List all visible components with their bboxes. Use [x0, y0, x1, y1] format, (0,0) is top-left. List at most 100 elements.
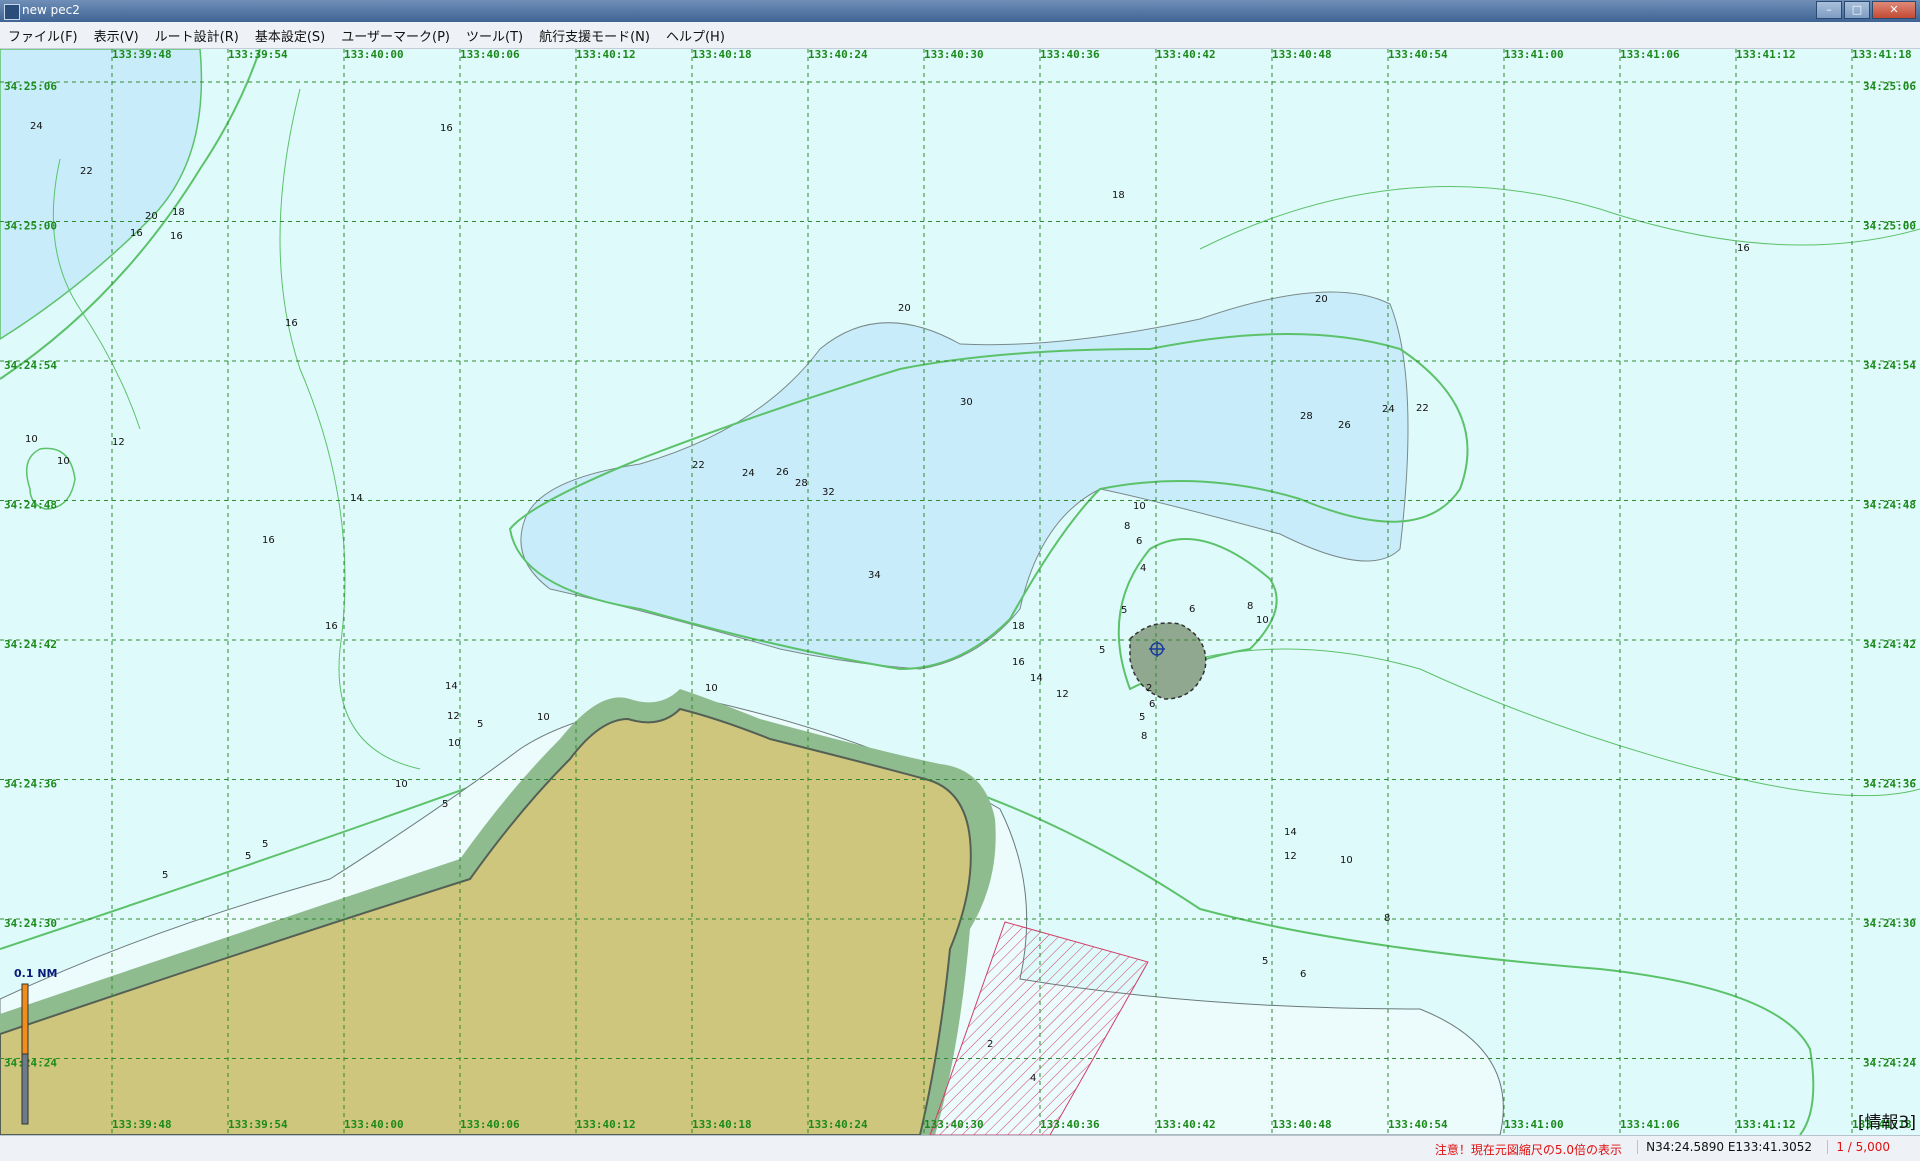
land-area [0, 707, 972, 1135]
shoal [1129, 622, 1207, 700]
depth-sounding: 6 [1300, 969, 1306, 980]
menu-route-design[interactable]: ルート設計(R) [147, 26, 247, 45]
lon-label: 133:40:00 [344, 1118, 404, 1131]
lon-label: 133:40:54 [1388, 49, 1448, 61]
depth-sounding: 2 [1146, 683, 1152, 694]
app-icon [4, 4, 20, 20]
lat-label: 34:24:36 [1863, 778, 1916, 791]
lat-label: 34:24:54 [1863, 359, 1916, 372]
lon-label: 133:39:48 [112, 1118, 172, 1131]
menu-file[interactable]: ファイル(F) [0, 26, 86, 45]
depth-sounding: 24 [30, 121, 43, 132]
contour-line [1159, 648, 1920, 797]
lon-label: 133:40:06 [460, 49, 520, 61]
depth-sounding: 6 [1149, 699, 1155, 710]
depth-sounding: 12 [447, 711, 460, 722]
lon-label: 133:40:12 [576, 49, 636, 61]
depth-sounding: 28 [795, 478, 808, 489]
depth-sounding: 10 [1133, 501, 1146, 512]
depth-sounding: 24 [1382, 404, 1395, 415]
lat-label: 34:24:24 [1863, 1057, 1916, 1070]
depth-sounding: 16 [170, 231, 183, 242]
title-bar: new pec2 – □ ✕ [0, 0, 1920, 22]
status-warning: 注意！現在元図縮尺の5.0倍の表示 [1434, 1143, 1622, 1157]
maximize-button[interactable]: □ [1844, 1, 1870, 19]
depth-sounding: 5 [1099, 645, 1105, 656]
depth-sounding: 4 [1030, 1073, 1036, 1084]
lon-label: 133:41:12 [1736, 49, 1796, 61]
depth-sounding: 10 [1340, 855, 1353, 866]
chart-map[interactable]: 133:39:48 133:39:48 133:39:54 133:39:54 133:… [0, 49, 1920, 1135]
depth-sounding: 6 [1136, 536, 1142, 547]
lon-label: 133:40:36 [1040, 1118, 1100, 1131]
lon-label: 133:40:42 [1156, 49, 1216, 61]
lon-label: 133:40:12 [576, 1118, 636, 1131]
lon-label: 133:40:00 [344, 49, 404, 61]
chart-canvas[interactable]: 133:39:48 133:39:48 133:39:54 133:39:54 133:… [0, 49, 1920, 1135]
depth-sounding: 8 [1124, 521, 1130, 532]
lat-label: 34:24:42 [4, 638, 57, 651]
info-button[interactable]: [情報3] [1858, 1108, 1916, 1133]
depth-sounding: 16 [440, 123, 453, 134]
depth-sounding: 6 [1189, 604, 1195, 615]
lon-label: 133:40:30 [924, 1118, 984, 1131]
close-button[interactable]: ✕ [1872, 1, 1916, 19]
depth-sounding: 16 [1012, 657, 1025, 668]
depth-sounding: 26 [776, 467, 789, 478]
menu-navigation-mode[interactable]: 航行支援モード(N) [531, 26, 658, 45]
depth-sounding: 5 [442, 799, 448, 810]
depth-sounding: 12 [112, 437, 125, 448]
depth-sounding: 10 [57, 456, 70, 467]
depth-sounding: 34 [868, 570, 881, 581]
depth-sounding: 16 [130, 228, 143, 239]
lon-label: 133:41:12 [1736, 1118, 1796, 1131]
depth-sounding: 10 [25, 434, 38, 445]
lon-label: 133:39:54 [228, 49, 288, 61]
window-title: new pec2 [22, 3, 80, 17]
minimize-button[interactable]: – [1816, 1, 1842, 19]
lon-label: 133:41:18 [1852, 49, 1912, 61]
depth-sounding: 5 [1139, 712, 1145, 723]
depth-sounding: 10 [448, 738, 461, 749]
lat-label: 34:24:30 [1863, 917, 1916, 930]
lat-label: 34:24:24 [4, 1057, 57, 1070]
lon-label: 133:41:06 [1620, 49, 1680, 61]
depth-sounding: 22 [80, 166, 93, 177]
depth-sounding: 12 [1056, 689, 1069, 700]
status-scale: 1 / 5,000 [1827, 1140, 1890, 1154]
depth-sounding: 18 [1112, 190, 1125, 201]
menu-view[interactable]: 表示(V) [86, 26, 147, 45]
depth-sounding: 20 [898, 303, 911, 314]
status-coordinates: N34:24.5890 E133:41.3052 [1637, 1140, 1812, 1154]
depth-sounding: 8 [1247, 601, 1253, 612]
lat-label: 34:24:48 [4, 499, 57, 512]
depth-sounding: 26 [1338, 420, 1351, 431]
depth-sounding: 30 [960, 397, 973, 408]
lon-label: 133:40:18 [692, 1118, 752, 1131]
lon-label: 133:40:18 [692, 49, 752, 61]
depth-sounding: 16 [285, 318, 298, 329]
lon-label: 133:39:54 [228, 1118, 288, 1131]
depth-sounding: 22 [692, 460, 705, 471]
lon-label: 133:40:36 [1040, 49, 1100, 61]
scalebar-label: 0.1 NM [14, 967, 58, 980]
lon-label: 133:40:30 [924, 49, 984, 61]
lat-label: 34:25:06 [1863, 80, 1916, 93]
depth-sounding: 10 [395, 779, 408, 790]
menu-help[interactable]: ヘルプ(H) [658, 26, 733, 45]
scalebar [21, 983, 29, 1055]
depth-sounding: 28 [1300, 411, 1313, 422]
menu-user-mark[interactable]: ユーザーマーク(P) [333, 26, 458, 45]
depth-sounding: 22 [1416, 403, 1429, 414]
depth-sounding: 5 [245, 851, 251, 862]
depth-sounding: 2 [987, 1039, 993, 1050]
menu-tools[interactable]: ツール(T) [458, 26, 531, 45]
depth-sounding: 14 [1284, 827, 1297, 838]
lat-label: 34:25:00 [4, 220, 57, 233]
window-controls: – □ ✕ [1816, 1, 1916, 19]
menu-settings[interactable]: 基本設定(S) [247, 26, 333, 45]
depth-sounding: 16 [262, 535, 275, 546]
depth-sounding: 8 [1141, 731, 1147, 742]
depth-sounding: 10 [537, 712, 550, 723]
lon-label: 133:40:48 [1272, 1118, 1332, 1131]
